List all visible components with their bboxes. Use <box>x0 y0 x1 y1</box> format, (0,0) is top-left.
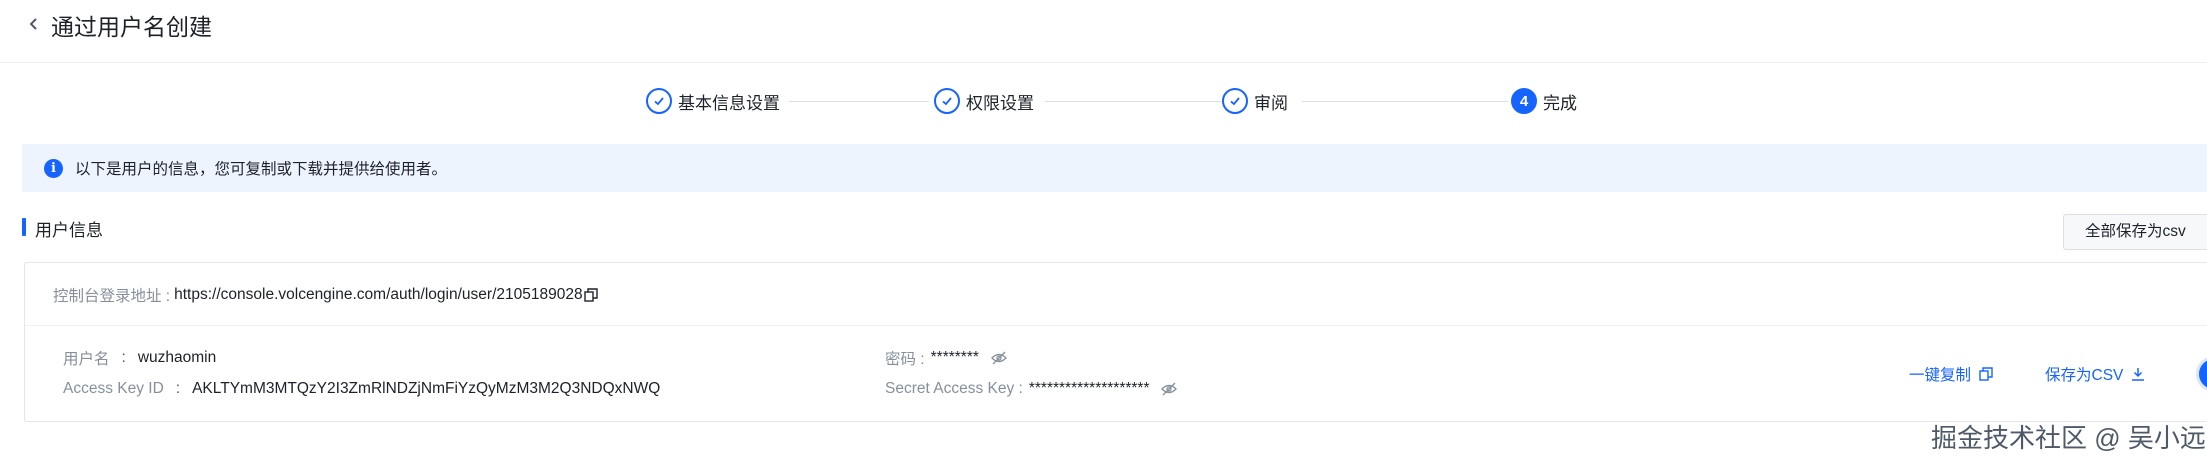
username-row: 用户名 : wuzhaomin <box>63 347 216 369</box>
step-basic-info: 基本信息设置 <box>646 88 780 114</box>
save-csv-button[interactable]: 保存为CSV <box>2045 363 2145 385</box>
password-row: 密码 : ******** <box>885 347 1007 369</box>
card-divider <box>25 325 2207 326</box>
step-label: 审阅 <box>1254 93 1288 113</box>
check-icon <box>1222 88 1248 114</box>
user-info-card: 控制台登录地址 : https://console.volcengine.com… <box>24 262 2207 422</box>
access-key-label: Access Key ID <box>63 380 164 397</box>
password-value: ******** <box>930 349 979 366</box>
page-title: 通过用户名创建 <box>51 14 212 40</box>
step-connector <box>1302 101 1508 102</box>
password-label: 密码 : <box>885 351 925 368</box>
alert-text: 以下是用户的信息，您可复制或下载并提供给使用者。 <box>75 161 448 178</box>
section-marker <box>22 218 26 236</box>
check-icon <box>934 88 960 114</box>
copy-icon[interactable] <box>583 288 598 302</box>
access-key-separator: : <box>175 380 181 397</box>
steps-progress: 基本信息设置 权限设置 审阅 4 完成 <box>0 84 2207 124</box>
info-alert: i 以下是用户的信息，您可复制或下载并提供给使用者。 <box>22 144 2207 192</box>
check-icon <box>646 88 672 114</box>
card-actions: 一键复制 保存为CSV <box>1909 363 2145 385</box>
copy-all-label: 一键复制 <box>1909 367 1972 384</box>
username-label: 用户名 <box>63 351 110 368</box>
page-header: 通过用户名创建 <box>0 0 2207 63</box>
step-connector <box>1045 101 1221 102</box>
chevron-left-icon[interactable] <box>26 13 40 41</box>
step-finish: 4 完成 <box>1511 88 1577 114</box>
console-url-label: 控制台登录地址 : <box>53 288 171 305</box>
save-all-csv-button[interactable]: 全部保存为csv <box>2063 214 2207 250</box>
step-label: 完成 <box>1543 93 1577 113</box>
access-key-row: Access Key ID : AKLTYmM3MTQzY2I3ZmRlNDZj… <box>63 380 660 398</box>
step-number: 4 <box>1511 88 1537 114</box>
eye-off-icon[interactable] <box>1161 382 1178 396</box>
step-label: 权限设置 <box>966 93 1034 113</box>
console-url-row: 控制台登录地址 : https://console.volcengine.com… <box>53 284 598 306</box>
step-permissions: 权限设置 <box>934 88 1034 114</box>
copy-all-button[interactable]: 一键复制 <box>1909 363 1993 385</box>
eye-off-icon[interactable] <box>990 351 1007 365</box>
secret-key-row: Secret Access Key : ******************** <box>885 380 1178 398</box>
section-title: 用户信息 <box>35 221 103 240</box>
copy-icon <box>1979 367 1993 381</box>
secret-key-label: Secret Access Key : <box>885 380 1023 397</box>
step-label: 基本信息设置 <box>678 93 780 113</box>
save-csv-label: 保存为CSV <box>2045 367 2124 384</box>
console-url-link[interactable]: https://console.volcengine.com/auth/logi… <box>174 286 582 304</box>
username-separator: : <box>121 349 126 366</box>
step-connector <box>789 101 929 102</box>
info-icon: i <box>44 158 63 178</box>
username-value: wuzhaomin <box>137 349 217 366</box>
secret-key-value: ******************** <box>1028 380 1150 397</box>
download-icon <box>2131 367 2145 381</box>
step-review: 审阅 <box>1222 88 1288 114</box>
access-key-value: AKLTYmM3MTQzY2I3ZmRlNDZjNmFiYzQyMzM3M2Q3… <box>192 380 661 397</box>
watermark: 掘金技术社区 @ 吴小远 <box>1931 423 2206 453</box>
